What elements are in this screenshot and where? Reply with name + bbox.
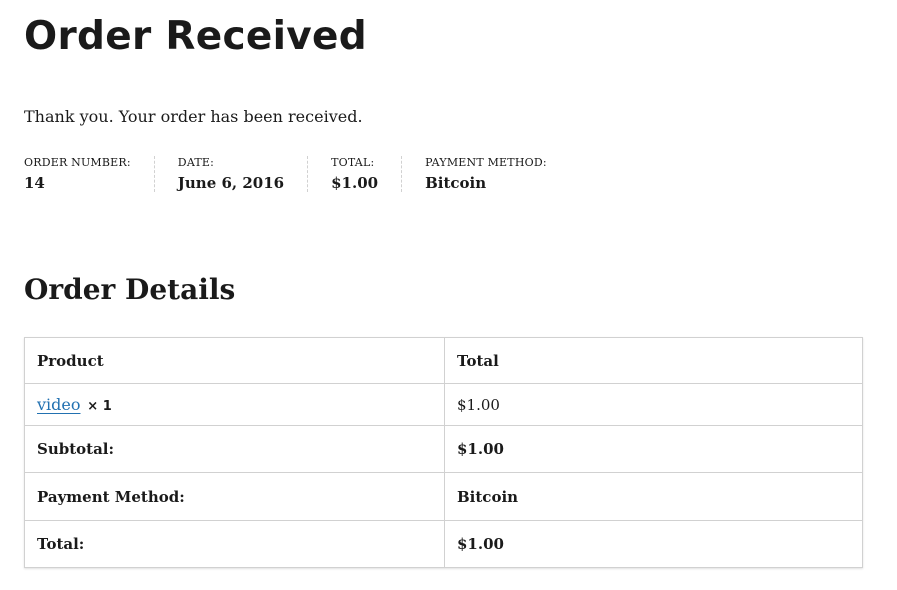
product-link[interactable]: video — [37, 395, 81, 414]
product-cell: video × 1 — [24, 383, 445, 426]
table-row: video × 1 $1.00 — [24, 383, 863, 426]
overview-date: DATE: June 6, 2016 — [153, 156, 307, 192]
product-quantity: × 1 — [87, 399, 112, 414]
page-title: Order Received — [24, 14, 367, 59]
payment-method-label: PAYMENT METHOD: — [425, 156, 547, 169]
table-row: Subtotal: $1.00 — [24, 425, 863, 473]
column-header-product: Product — [24, 337, 445, 384]
order-overview: ORDER NUMBER: 14 DATE: June 6, 2016 TOTA… — [24, 156, 570, 192]
order-details-table: Product Total video × 1 $1.00 Subtotal: … — [24, 337, 863, 568]
overview-order-number: ORDER NUMBER: 14 — [24, 156, 154, 192]
subtotal-label: Subtotal: — [24, 425, 445, 473]
date-value: June 6, 2016 — [177, 174, 285, 192]
total-value: $1.00 — [331, 174, 379, 192]
date-label: DATE: — [177, 156, 215, 169]
overview-total: TOTAL: $1.00 — [307, 156, 401, 192]
product-total-cell: $1.00 — [444, 383, 863, 426]
table-header-row: Product Total — [24, 337, 863, 384]
order-number-label: ORDER NUMBER: — [24, 156, 131, 169]
table-row: Total: $1.00 — [24, 520, 863, 568]
overview-payment-method: PAYMENT METHOD: Bitcoin — [401, 156, 570, 192]
column-header-total: Total — [444, 337, 863, 384]
thank-you-message: Thank you. Your order has been received. — [24, 107, 363, 126]
table-row: Payment Method: Bitcoin — [24, 472, 863, 521]
payment-method-value: Bitcoin — [425, 174, 487, 192]
total-label: TOTAL: — [331, 156, 375, 169]
order-details-title: Order Details — [24, 273, 236, 306]
order-number-value: 14 — [24, 174, 45, 192]
payment-method-row-value: Bitcoin — [444, 472, 863, 521]
subtotal-value: $1.00 — [444, 425, 863, 473]
grand-total-value: $1.00 — [444, 520, 863, 568]
payment-method-row-label: Payment Method: — [24, 472, 445, 521]
grand-total-label: Total: — [24, 520, 445, 568]
